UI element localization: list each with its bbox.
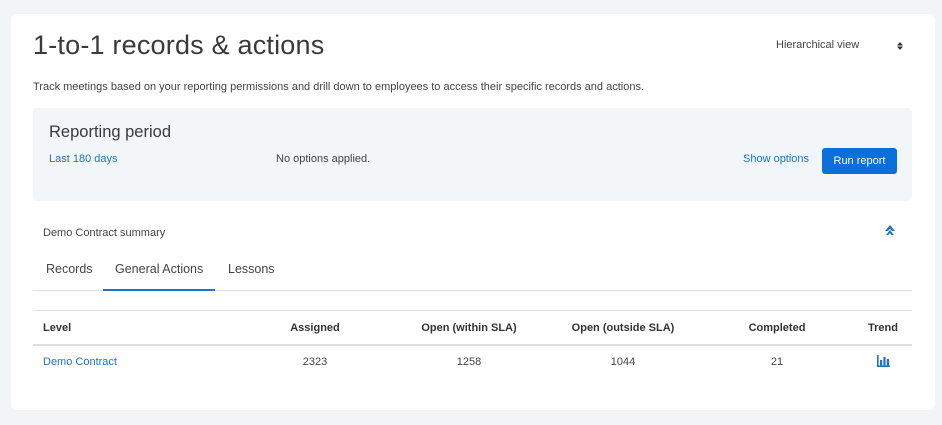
row-open-within-sla: 1258 bbox=[456, 356, 482, 368]
header-open-outside-sla: Open (outside SLA) bbox=[571, 322, 675, 334]
options-status: No options applied. bbox=[276, 153, 371, 165]
header-completed: Completed bbox=[748, 322, 806, 334]
reporting-period-panel: Reporting period Last 180 days No option… bbox=[33, 108, 912, 201]
table-row: Demo Contract 2323 1258 1044 21 bbox=[33, 346, 912, 379]
row-assigned: 2323 bbox=[302, 356, 328, 368]
header-trend: Trend bbox=[868, 322, 898, 334]
tab-general-actions[interactable]: General Actions bbox=[103, 262, 216, 291]
row-open-outside-sla: 1044 bbox=[610, 356, 636, 368]
tab-records[interactable]: Records bbox=[46, 262, 93, 291]
period-range-link[interactable]: Last 180 days bbox=[49, 153, 118, 165]
row-completed: 21 bbox=[770, 356, 784, 368]
run-report-button[interactable]: Run report bbox=[822, 148, 897, 174]
page-title: 1-to-1 records & actions bbox=[33, 30, 325, 60]
row-level-link[interactable]: Demo Contract bbox=[43, 356, 117, 368]
summary-label: Demo Contract summary bbox=[43, 227, 166, 239]
actions-table: Level Assigned Open (within SLA) Open (o… bbox=[33, 310, 912, 379]
sort-arrows-icon bbox=[897, 42, 903, 50]
chevron-up-icon[interactable] bbox=[884, 224, 896, 238]
tab-bar: Records General Actions Lessons bbox=[33, 254, 912, 291]
header-level: Level bbox=[43, 322, 72, 334]
header-open-within-sla: Open (within SLA) bbox=[421, 322, 517, 334]
reporting-period-title: Reporting period bbox=[49, 123, 171, 141]
show-options-link[interactable]: Show options bbox=[743, 153, 809, 165]
bar-chart-icon[interactable] bbox=[877, 355, 890, 367]
tab-lessons[interactable]: Lessons bbox=[228, 262, 275, 291]
header-assigned: Assigned bbox=[290, 322, 340, 334]
table-header: Level Assigned Open (within SLA) Open (o… bbox=[33, 311, 912, 346]
view-select[interactable]: Hierarchical view bbox=[776, 39, 903, 51]
view-select-value: Hierarchical view bbox=[776, 39, 860, 51]
main-card: 1-to-1 records & actions Hierarchical vi… bbox=[11, 14, 935, 410]
page-description: Track meetings based on your reporting p… bbox=[33, 81, 644, 93]
